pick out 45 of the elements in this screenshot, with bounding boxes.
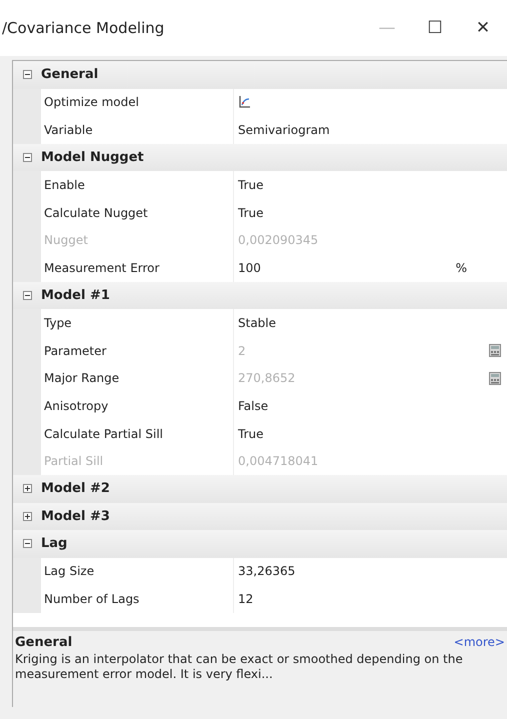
category-header[interactable]: Model Nugget	[13, 144, 507, 172]
category-label: Model #2	[41, 481, 110, 496]
category-header[interactable]: Lag	[13, 530, 507, 558]
property-name: Enable	[43, 178, 86, 192]
calculator-icon[interactable]	[489, 372, 501, 385]
window-title: /Covariance Modeling	[2, 19, 164, 37]
property-name: Major Range	[43, 371, 120, 386]
property-value[interactable]: 12	[238, 592, 471, 606]
category-label: Model #3	[41, 508, 110, 524]
category-label: Lag	[41, 536, 68, 552]
property-name: Type	[43, 316, 73, 330]
property-name: Nugget	[43, 233, 89, 248]
property-name: Parameter	[43, 344, 108, 358]
description-text: Kriging is an interpolator that can be exact or smoothed depending on the measurement error model. It is very flexi...	[15, 652, 464, 682]
window-control-button[interactable]: ☐	[411, 8, 459, 48]
property-name: Anisotropy	[43, 398, 110, 413]
property-value[interactable]: True	[238, 206, 471, 220]
category-header[interactable]: General	[13, 61, 507, 89]
calculator-icon[interactable]	[489, 344, 501, 358]
property-value[interactable]: False	[238, 398, 471, 413]
property-value[interactable]: True	[238, 426, 471, 441]
property-name: Optimize model	[43, 95, 140, 110]
window-control-button[interactable]: ✕	[459, 8, 507, 48]
unit-label: %	[456, 260, 467, 275]
category-label: Model Nugget	[41, 150, 144, 166]
property-value[interactable]: Semivariogram	[238, 122, 471, 137]
category-header[interactable]: Model #3	[13, 502, 507, 530]
property-value[interactable]: True	[238, 178, 471, 192]
category-header[interactable]: Model #1	[13, 282, 507, 310]
category-label: Model #1	[41, 288, 110, 304]
property-name: Partial Sill	[43, 454, 104, 468]
property-value[interactable]: 33,26365	[238, 564, 471, 578]
chart-icon[interactable]	[238, 95, 252, 110]
category-header[interactable]: Model #2	[13, 474, 507, 502]
property-name: Calculate Nugget	[43, 206, 149, 220]
description-title: General	[15, 635, 72, 650]
property-name: Number of Lags	[43, 592, 140, 606]
property-value[interactable]: 100	[238, 260, 456, 275]
category-label: General	[41, 67, 98, 82]
property-name: Calculate Partial Sill	[43, 426, 164, 441]
property-name: Variable	[43, 122, 94, 137]
property-name: Measurement Error	[43, 260, 160, 275]
property-name: Lag Size	[43, 564, 96, 578]
property-value[interactable]: Stable	[238, 316, 471, 330]
more-link[interactable]: <more>	[454, 635, 505, 649]
